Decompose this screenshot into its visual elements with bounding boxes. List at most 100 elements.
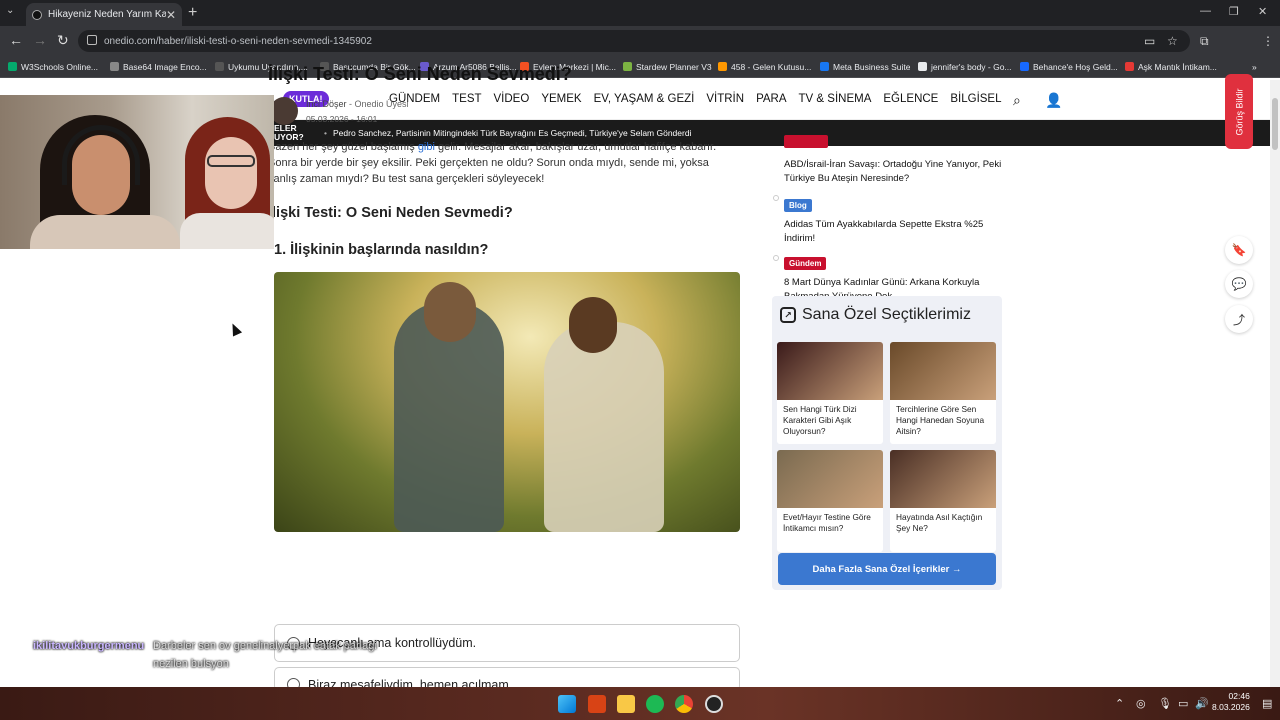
personal-picks-box: ↗ Sana Özel Seçtiklerimiz Sen Hangi Türk… <box>772 296 1002 590</box>
close-window-icon[interactable]: ✕ <box>1258 5 1267 18</box>
bookmark-label: W3Schools Online... <box>21 61 99 72</box>
taskbar-clock[interactable]: 02:46 8.03.2026 <box>1212 691 1250 713</box>
recommended-card[interactable]: Hayatında Asıl Kaçtığın Şey Ne? <box>890 450 996 552</box>
bookmark-favicon-icon <box>918 62 927 71</box>
back-icon[interactable]: ← <box>9 32 23 48</box>
card-title[interactable]: Hayatında Asıl Kaçtığın Şey Ne? <box>890 508 996 538</box>
user-icon[interactable]: 👤 <box>1045 92 1062 109</box>
comments-icon[interactable]: 💬 <box>1225 270 1253 298</box>
recommended-card[interactable]: Tercihlerine Göre Sen Hangi Hanedan Soyu… <box>890 342 996 444</box>
app-icon[interactable] <box>588 695 606 713</box>
category-badge[interactable] <box>784 135 828 148</box>
recommended-card[interactable]: Sen Hangi Türk Dizi Karakteri Gibi Aşık … <box>777 342 883 444</box>
page-scrollbar[interactable] <box>1270 80 1280 687</box>
bookmark-favicon-icon <box>215 62 224 71</box>
microphone-icon[interactable]: 🎙 <box>1158 697 1172 710</box>
bookmark-item[interactable]: 458 - Gelen Kutusu... <box>718 62 811 72</box>
chat-message-line2: nezilen bulsyon <box>153 658 229 670</box>
file-explorer-icon[interactable] <box>617 695 635 713</box>
author-avatar[interactable] <box>270 97 298 125</box>
streamer-2-face <box>205 137 257 209</box>
ticker-bullet: • <box>324 128 327 138</box>
network-icon[interactable]: ▭ <box>1178 697 1188 710</box>
bookmark-item[interactable]: jennifer's body - Go... <box>918 62 1012 72</box>
extensions-icon[interactable]: ⧉ <box>1200 34 1209 49</box>
spotify-icon[interactable] <box>646 695 664 713</box>
volume-icon[interactable]: 🔊 <box>1195 697 1209 710</box>
obs-icon[interactable] <box>705 695 723 713</box>
chat-message: Darbeler sen ov genelinalyerpak eatak pa… <box>153 640 377 652</box>
external-link-icon: ↗ <box>780 307 796 323</box>
news-item[interactable]: ABD/İsrail-İran Savaşı: Ortadoğu Yine Ya… <box>784 135 1014 186</box>
nav-item[interactable]: EV, YAŞAM & GEZİ <box>594 93 695 105</box>
card-title[interactable]: Tercihlerine Göre Sen Hangi Hanedan Soyu… <box>890 400 996 441</box>
tab-search-icon[interactable]: ⌄ <box>6 5 14 16</box>
news-item[interactable]: Blog Adidas Tüm Ayakkabılarda Sepette Eks… <box>784 195 1014 246</box>
bookmark-star-icon[interactable]: ☆ <box>1167 34 1178 48</box>
main-menu: GÜNDEM TEST VİDEO YEMEK EV, YAŞAM & GEZİ VİTR… <box>389 93 1014 105</box>
card-thumbnail[interactable] <box>890 342 996 400</box>
category-badge[interactable]: Blog <box>784 199 812 212</box>
nav-item[interactable]: VİTRİN <box>706 93 744 105</box>
tray-chevron-icon[interactable]: ⌃ <box>1115 697 1124 710</box>
chrome-menu-icon[interactable]: ⋮ <box>1262 34 1274 48</box>
author-line: İnci Döşer - Onedio Üyesi <box>306 99 409 109</box>
more-bookmarks-icon[interactable]: » <box>1252 62 1257 72</box>
author-name[interactable]: İnci Döşer <box>306 99 347 109</box>
news-title[interactable]: Adidas Tüm Ayakkabılarda Sepette Ekstra … <box>784 218 1014 246</box>
bookmark-favicon-icon <box>820 62 829 71</box>
site-info-icon[interactable] <box>87 35 97 45</box>
start-icon[interactable] <box>558 695 576 713</box>
bookmark-label: Base64 Image Enco... <box>123 61 207 72</box>
search-icon[interactable]: ⌕ <box>1013 92 1021 109</box>
share-icon[interactable]: ⤴ <box>1225 305 1253 333</box>
card-thumbnail[interactable] <box>777 450 883 508</box>
streamer-2-body <box>180 213 274 249</box>
close-tab-icon[interactable]: ✕ <box>166 8 176 22</box>
bookmark-item[interactable]: Base64 Image Enco... <box>110 62 207 72</box>
nav-item[interactable]: VİDEO <box>494 93 530 105</box>
bookmark-label: 458 - Gelen Kutusu... <box>731 61 812 72</box>
bookmark-item[interactable]: Meta Business Suite <box>820 62 910 72</box>
restore-icon[interactable]: ❐ <box>1229 5 1239 18</box>
bookmark-item[interactable]: Aşk Mantık İntikam... <box>1125 62 1217 72</box>
recommended-card[interactable]: Evet/Hayır Testine Göre İntikamcı mısın? <box>777 450 883 552</box>
card-thumbnail[interactable] <box>890 450 996 508</box>
chrome-icon[interactable] <box>675 695 693 713</box>
intro-link[interactable]: gibi <box>418 141 435 153</box>
card-title[interactable]: Sen Hangi Türk Dizi Karakteri Gibi Aşık … <box>777 400 883 441</box>
more-content-button[interactable]: Daha Fazla Sana Özel İçerikler → <box>778 553 996 585</box>
chat-username: ikilitavukburgermenu <box>33 640 145 652</box>
category-badge[interactable]: Gündem <box>784 257 827 270</box>
nav-item[interactable]: YEMEK <box>541 93 581 105</box>
card-thumbnail[interactable] <box>777 342 883 400</box>
new-tab-icon[interactable]: + <box>188 4 197 22</box>
reload-icon[interactable]: ↻ <box>57 32 69 49</box>
ticker-headline[interactable]: Pedro Sanchez, Partisinin Mitingindeki T… <box>333 128 691 138</box>
bookmark-label: Behance'e Hoş Geld... <box>1033 61 1118 72</box>
bookmark-item[interactable]: Stardew Planner V3 <box>623 62 712 72</box>
bookmark-item[interactable]: Behance'e Hoş Geld... <box>1020 62 1118 72</box>
cast-icon[interactable]: ▭ <box>1144 34 1155 48</box>
timeline-dot <box>773 195 779 201</box>
nav-item[interactable]: EĞLENCE <box>883 93 938 105</box>
question-image <box>274 272 740 532</box>
scrollbar-thumb[interactable] <box>1272 98 1278 150</box>
nav-item[interactable]: TV & SİNEMA <box>799 93 872 105</box>
feedback-button[interactable]: Görüş Bildir <box>1225 74 1253 149</box>
nav-item[interactable]: BİLGİSEL <box>950 93 1001 105</box>
bookmark-favicon-icon <box>1020 62 1029 71</box>
bookmark-item[interactable]: W3Schools Online... <box>8 62 98 72</box>
notification-icon[interactable]: ▤ <box>1262 697 1272 710</box>
save-icon[interactable]: 🔖 <box>1225 236 1253 264</box>
active-tab[interactable]: Hikayeniz Neden Yarım Kaldı? - ✕ <box>26 3 182 26</box>
clock-time: 02:46 <box>1228 691 1250 701</box>
tray-app-icon[interactable]: ◎ <box>1136 697 1146 710</box>
news-title[interactable]: ABD/İsrail-İran Savaşı: Ortadoğu Yine Ya… <box>784 158 1014 186</box>
forward-icon[interactable]: → <box>33 32 47 48</box>
nav-item[interactable]: PARA <box>756 93 786 105</box>
minimize-icon[interactable]: — <box>1200 5 1211 17</box>
nav-item[interactable]: TEST <box>452 93 481 105</box>
card-title[interactable]: Evet/Hayır Testine Göre İntikamcı mısın? <box>777 508 883 538</box>
omnibox[interactable]: onedio.com/haber/iliski-testi-o-seni-ned… <box>78 30 1190 52</box>
